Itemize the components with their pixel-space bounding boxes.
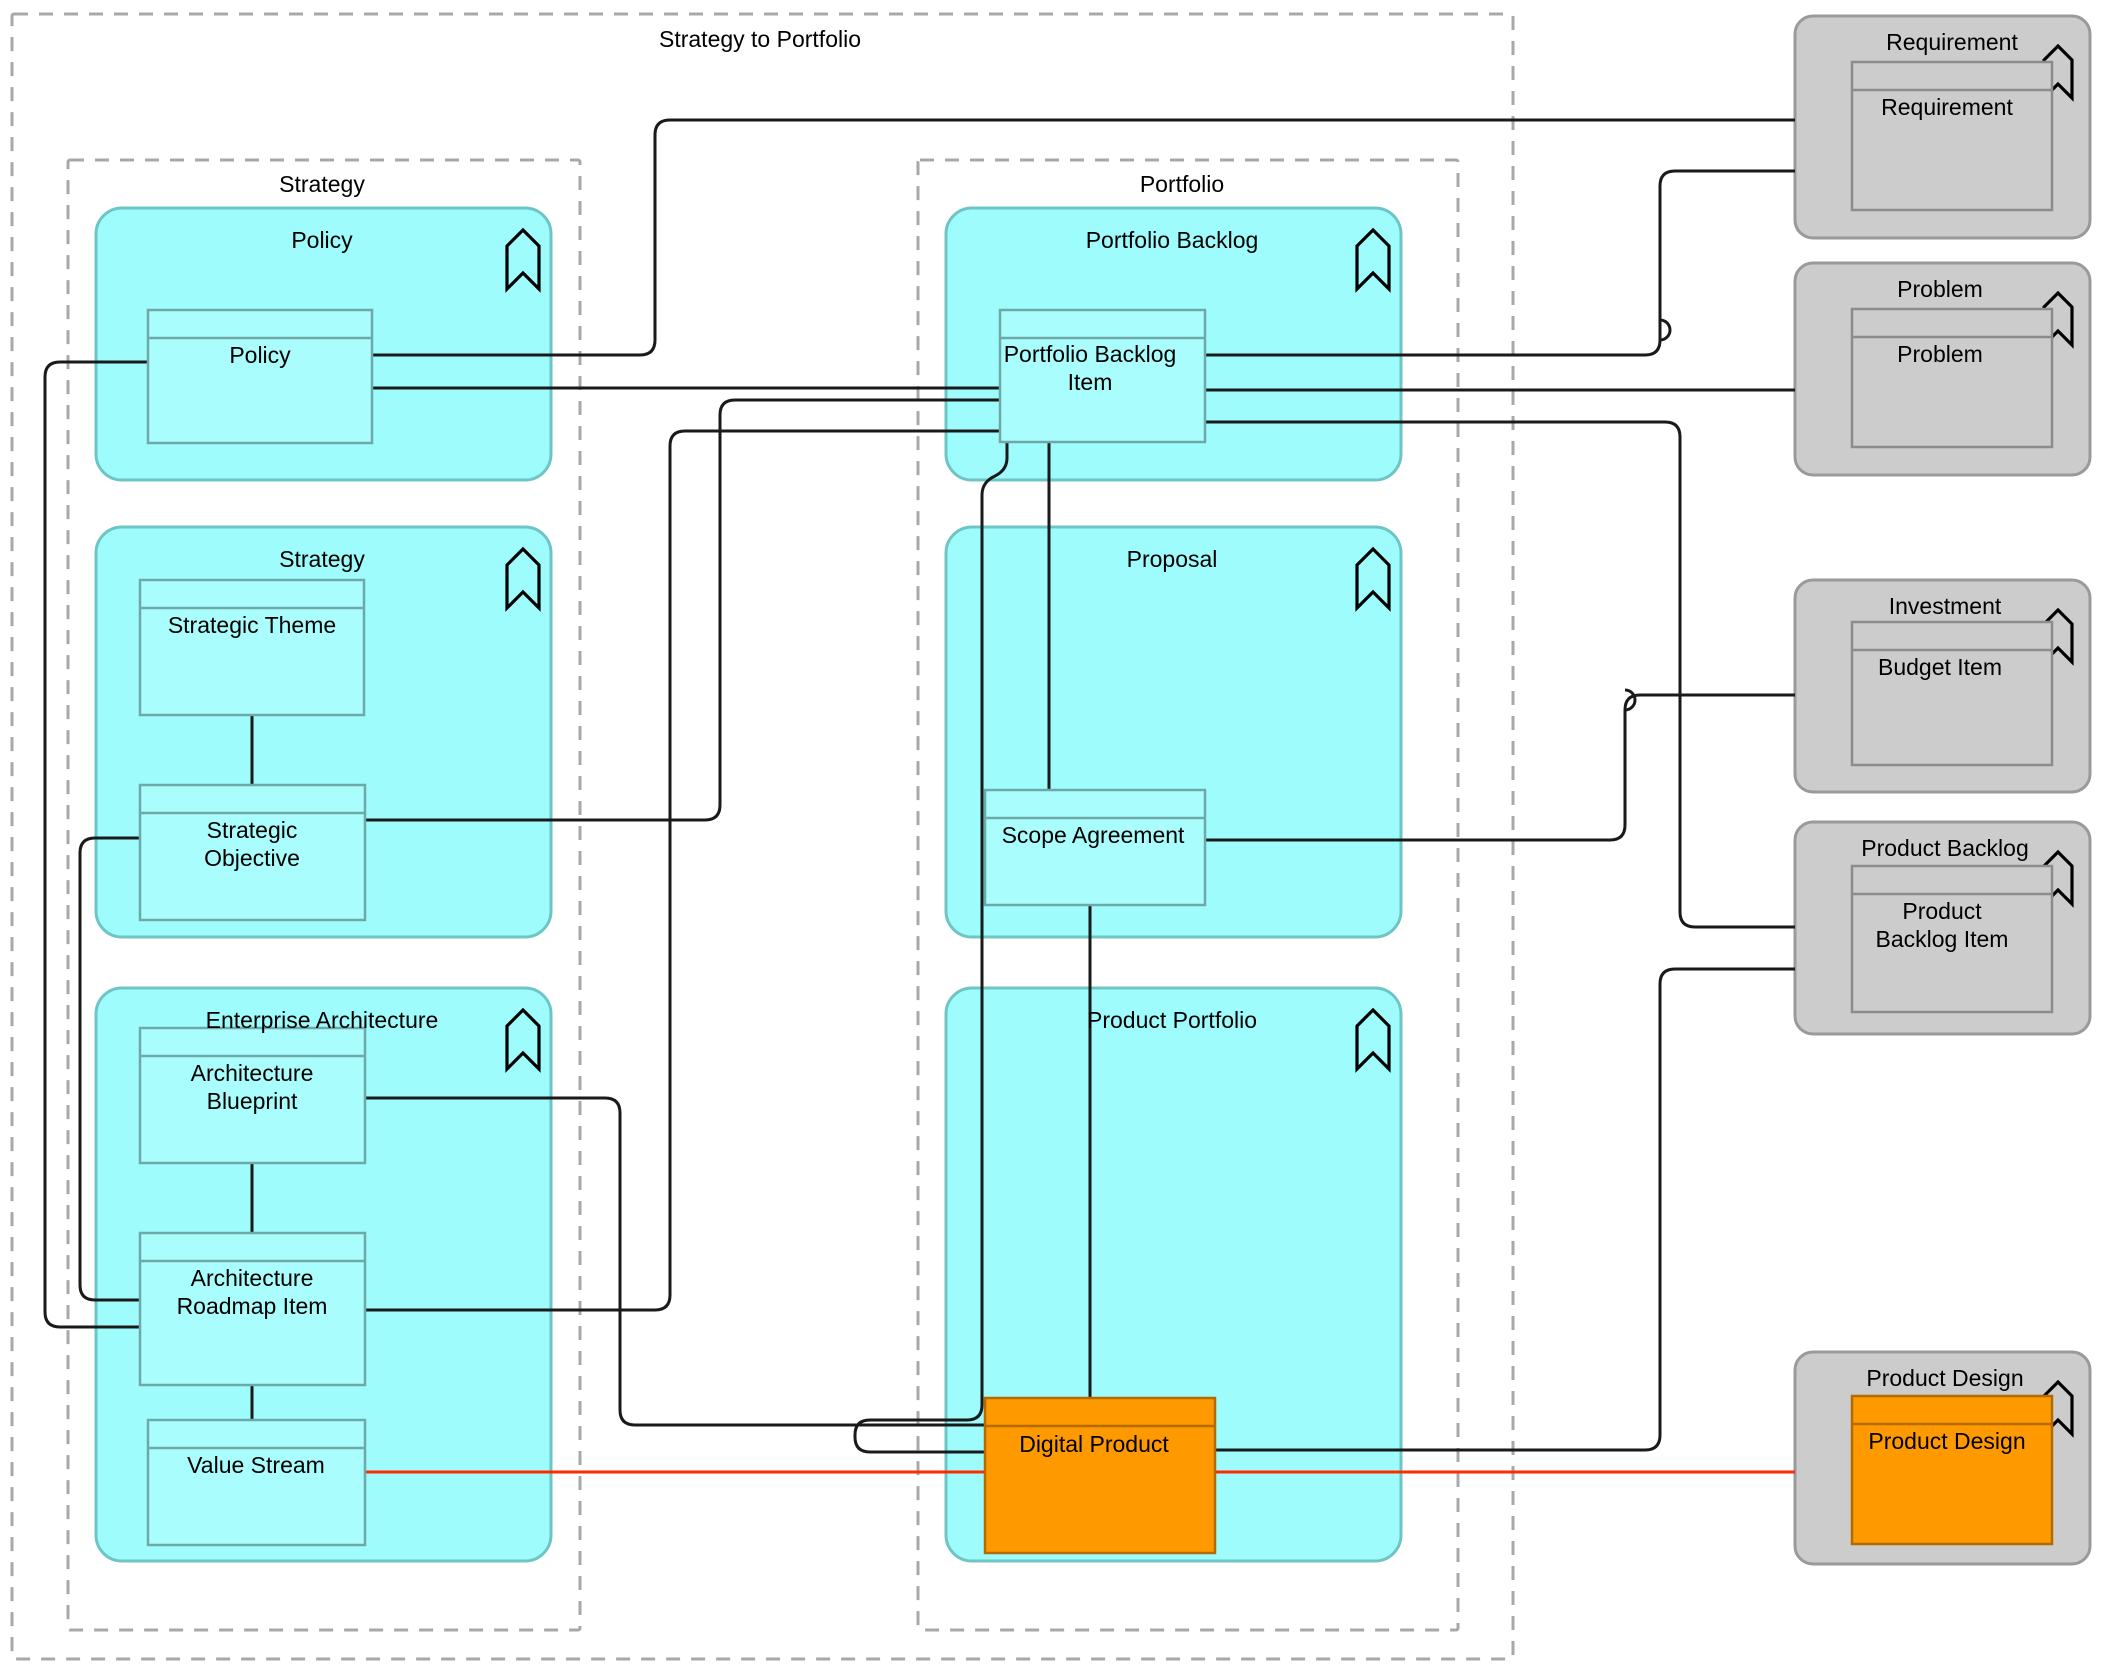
element-product-backlog-item-label-line2: Backlog Item [1876, 926, 2009, 952]
element-strategic-objective-label-line2: Objective [204, 845, 300, 871]
group-product-design-label: Product Design [1866, 1365, 2023, 1391]
outer-container-title: Strategy to Portfolio [659, 26, 861, 52]
element-portfolio-backlog-item-label: Portfolio Backlog [1004, 341, 1177, 367]
group-product-portfolio-label: Product Portfolio [1087, 1007, 1257, 1033]
element-problem-label: Problem [1897, 341, 1983, 367]
group-proposal-label: Proposal [1127, 546, 1218, 572]
element-strategic-theme-label: Strategic Theme [168, 612, 336, 638]
element-architecture-blueprint-label-line2: Blueprint [207, 1088, 298, 1114]
group-enterprise-architecture-label: Enterprise Architecture [206, 1007, 439, 1033]
element-product-design-label: Product Design [1868, 1428, 2025, 1454]
portfolio-lane-title: Portfolio [1140, 171, 1224, 197]
element-digital-product-label: Digital Product [1019, 1431, 1169, 1457]
element-value-stream-label: Value Stream [187, 1452, 325, 1478]
group-strategy-label: Strategy [279, 546, 365, 572]
element-policy-label: Policy [229, 342, 291, 368]
group-product-backlog-label: Product Backlog [1861, 835, 2028, 861]
group-problem-label: Problem [1897, 276, 1983, 302]
element-scope-agreement-label: Scope Agreement [1002, 822, 1185, 848]
strategy-lane-title: Strategy [279, 171, 365, 197]
labels-layer: Strategy to Portfolio Strategy Portfolio… [168, 26, 2029, 1478]
element-architecture-roadmap-item-label: Architecture [191, 1265, 314, 1291]
group-investment-label: Investment [1889, 593, 2002, 619]
element-strategic-objective-label: Strategic [207, 817, 298, 843]
element-portfolio-backlog-item-label-line2: Item [1068, 369, 1113, 395]
group-policy-label: Policy [291, 227, 353, 253]
element-budget-item-label: Budget Item [1878, 654, 2002, 680]
element-product-backlog-item-label: Product [1902, 898, 1982, 924]
group-requirement-label: Requirement [1886, 29, 2018, 55]
element-architecture-blueprint-label: Architecture [191, 1060, 314, 1086]
diagram-canvas: Strategy to Portfolio Strategy Portfolio… [0, 0, 2110, 1672]
element-architecture-roadmap-item-label-line2: Roadmap Item [177, 1293, 328, 1319]
element-requirement-label: Requirement [1881, 94, 2013, 120]
group-portfolio-backlog-label: Portfolio Backlog [1086, 227, 1259, 253]
